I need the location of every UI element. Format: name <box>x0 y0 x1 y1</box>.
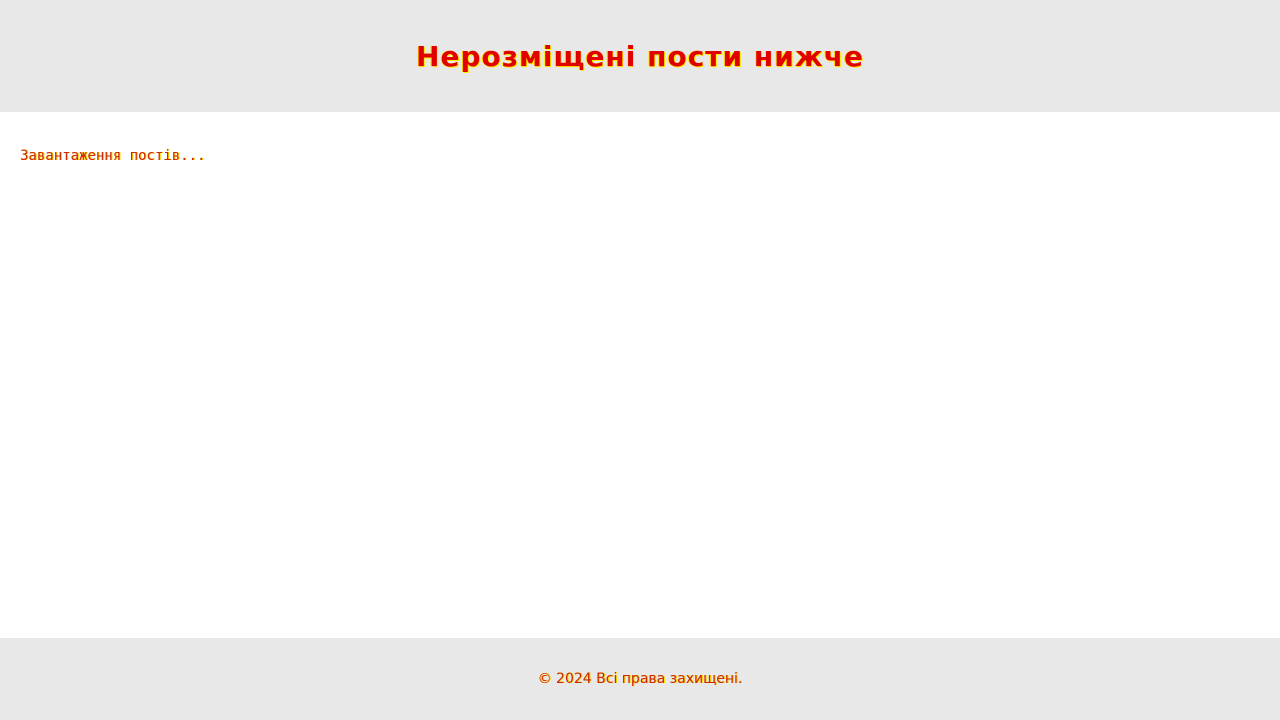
page-header: Нерозміщені пости нижче <box>0 0 1280 112</box>
page: Нерозміщені пости нижче Завантаження пос… <box>0 0 1280 720</box>
page-title: Нерозміщені пости нижче <box>416 39 864 73</box>
loading-status: Завантаження постів... <box>20 148 206 164</box>
page-footer: © 2024 Всі права захищені. <box>0 638 1280 720</box>
footer-copyright: © 2024 Всі права захищені. <box>537 671 743 687</box>
main-content: Завантаження постів... <box>0 112 1280 164</box>
